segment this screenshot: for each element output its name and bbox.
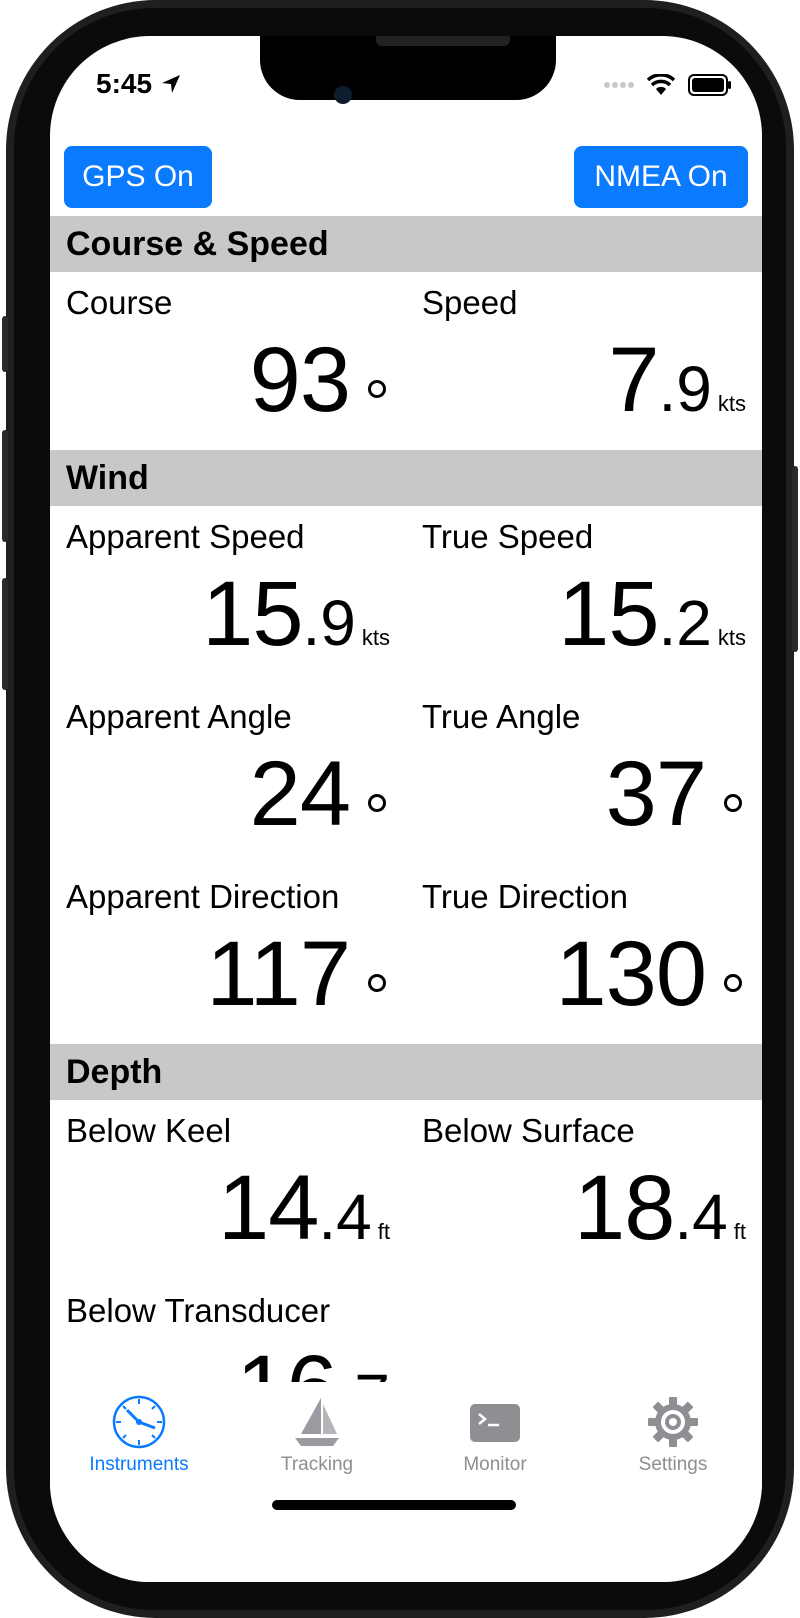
speed-cell: Speed 7 .9 kts [406, 272, 762, 452]
below-keel-unit: ft [377, 1219, 390, 1244]
speed-label: Speed [422, 284, 518, 321]
true-direction-label: True Direction [422, 878, 629, 915]
location-arrow-icon [162, 75, 181, 93]
below-transducer-label: Below Transducer [66, 1292, 331, 1329]
below-keel-label: Below Keel [66, 1112, 232, 1149]
home-indicator [272, 1500, 516, 1510]
true-speed-dec: .2 [658, 587, 712, 659]
below-keel-int: 14 [218, 1157, 319, 1259]
tab-monitor[interactable]: Monitor [406, 1382, 584, 1502]
status-bar-indicators [604, 74, 732, 96]
true-speed-int: 15 [558, 563, 659, 665]
mute-switch [2, 316, 8, 372]
true-angle-value: 37 [606, 748, 746, 840]
apparent-angle-int: 24 [249, 743, 351, 845]
volume-down-button [2, 578, 8, 690]
volume-up-button [2, 430, 8, 542]
status-bar-time: 5:45 [96, 68, 182, 100]
true-angle-label: True Angle [422, 698, 581, 735]
below-transducer-int: 16 [236, 1342, 337, 1382]
degree-symbol [368, 794, 386, 812]
true-speed-unit: kts [717, 625, 746, 650]
cellular-signal-icon [604, 82, 634, 88]
apparent-direction-value: 117 [206, 928, 390, 1020]
true-speed-label: True Speed [422, 518, 594, 555]
tab-instruments-label: Instruments [89, 1454, 189, 1475]
below-surface-unit: ft [733, 1219, 746, 1244]
notch-speaker [376, 36, 510, 46]
true-direction-int: 130 [555, 923, 707, 1025]
true-angle-cell: True Angle 37 [406, 686, 762, 866]
gps-toggle-button[interactable]: GPS On [64, 146, 212, 208]
sailboat-icon [287, 1392, 347, 1452]
time-text: 5:45 [96, 68, 153, 99]
section-header-course-speed: Course & Speed [50, 216, 762, 272]
course-cell: Course 93 [50, 272, 406, 452]
tab-instruments[interactable]: Instruments [50, 1382, 228, 1502]
true-direction-value: 130 [556, 928, 747, 1020]
below-surface-value: 18 .4 ft [574, 1162, 746, 1254]
gauge-icon [109, 1392, 169, 1452]
below-keel-cell: Below Keel 14 .4 ft [50, 1100, 406, 1280]
course-value-int: 93 [249, 329, 351, 431]
true-angle-int: 37 [605, 743, 707, 845]
apparent-angle-label: Apparent Angle [66, 698, 292, 735]
tab-tracking[interactable]: Tracking [228, 1382, 406, 1502]
speed-value: 7 .9 kts [608, 334, 746, 426]
apparent-angle-cell: Apparent Angle 24 [50, 686, 406, 866]
section-header-depth: Depth [50, 1044, 762, 1100]
power-button [792, 466, 798, 652]
below-transducer-value: 16 .7 [236, 1342, 390, 1382]
device-frame: 5:45 GPS On NMEA On Course & Speed Cours… [2, 0, 798, 1618]
apparent-speed-unit: kts [361, 625, 390, 650]
apparent-direction-int: 117 [206, 923, 351, 1025]
apparent-direction-label: Apparent Direction [66, 878, 340, 915]
true-speed-cell: True Speed 15 .2 kts [406, 506, 762, 686]
tab-tracking-label: Tracking [280, 1454, 354, 1475]
speed-value-dec: .9 [658, 353, 712, 425]
apparent-speed-value: 15 .9 kts [202, 568, 390, 660]
below-keel-dec: .4 [318, 1181, 372, 1253]
apparent-angle-value: 24 [250, 748, 390, 840]
nmea-toggle-button[interactable]: NMEA On [574, 146, 748, 208]
below-surface-label: Below Surface [422, 1112, 635, 1149]
tab-bar: Instruments Tracking Monitor Settings [50, 1382, 762, 1582]
below-transducer-dec: .7 [337, 1365, 390, 1382]
degree-symbol [368, 380, 386, 398]
below-keel-value: 14 .4 ft [218, 1162, 390, 1254]
apparent-speed-dec: .9 [302, 587, 356, 659]
wifi-icon [646, 74, 676, 95]
tab-monitor-label: Monitor [463, 1454, 527, 1475]
below-surface-int: 18 [574, 1157, 675, 1259]
true-direction-cell: True Direction 130 [406, 866, 762, 1046]
true-speed-value: 15 .2 kts [558, 568, 746, 660]
tab-settings[interactable]: Settings [584, 1382, 762, 1502]
course-value: 93 [250, 334, 390, 426]
speed-value-int: 7 [608, 329, 659, 431]
tab-settings-label: Settings [638, 1454, 708, 1475]
degree-symbol [368, 974, 386, 992]
apparent-speed-cell: Apparent Speed 15 .9 kts [50, 506, 406, 686]
front-camera [334, 86, 352, 104]
apparent-speed-int: 15 [202, 563, 303, 665]
below-surface-cell: Below Surface 18 .4 ft [406, 1100, 762, 1280]
gear-icon [643, 1392, 703, 1452]
apparent-speed-label: Apparent Speed [66, 518, 305, 555]
section-header-wind: Wind [50, 450, 762, 506]
degree-symbol [724, 974, 742, 992]
below-transducer-cell: Below Transducer 16 .7 [50, 1280, 406, 1382]
battery-icon [688, 74, 731, 96]
apparent-direction-cell: Apparent Direction 117 [50, 866, 406, 1046]
below-surface-dec: .4 [674, 1181, 728, 1253]
degree-symbol [724, 794, 742, 812]
app-screen: 5:45 GPS On NMEA On Course & Speed Cours… [50, 36, 762, 1582]
terminal-icon [465, 1392, 525, 1452]
speed-unit: kts [717, 391, 746, 416]
course-label: Course [66, 284, 173, 321]
